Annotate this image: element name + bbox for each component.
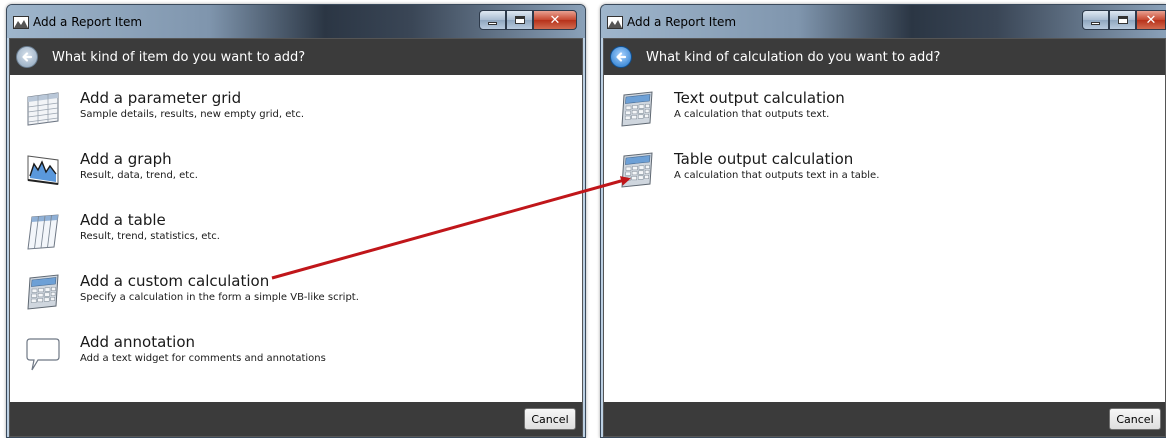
- minimize-button[interactable]: [479, 10, 506, 30]
- item-description: Add a text widget for comments and annot…: [80, 353, 326, 364]
- list-item-annotation[interactable]: Add annotation Add a text widget for com…: [10, 333, 582, 394]
- list-item-text: Add a parameter grid Sample details, res…: [80, 89, 304, 122]
- item-list: Add a parameter grid Sample details, res…: [10, 75, 582, 394]
- back-button[interactable]: [610, 46, 632, 68]
- item-description: A calculation that outputs text.: [674, 109, 830, 120]
- add-report-item-window: Add a Report Item ✕ What kind of calcula…: [600, 4, 1166, 438]
- item-description: Sample details, results, new empty grid,…: [80, 109, 305, 120]
- speech-bubble-icon: [26, 338, 60, 371]
- item-title: Table output calculation: [674, 150, 854, 168]
- list-item-custom-calculation[interactable]: Add a custom calculation Specify a calcu…: [10, 272, 582, 333]
- maximize-button[interactable]: [1109, 10, 1136, 30]
- list-item-text-output-calculation[interactable]: Text output calculation A calculation th…: [604, 89, 1165, 150]
- list-item-graph[interactable]: Add a graph Result, data, trend, etc.: [10, 150, 582, 211]
- title-bar[interactable]: Add a Report Item ✕: [7, 5, 585, 38]
- dialog-content: What kind of calculation do you want to …: [603, 38, 1166, 437]
- back-arrow-icon: [616, 52, 627, 62]
- graph-icon: [27, 155, 59, 185]
- parameter-grid-icon: [27, 92, 59, 126]
- close-button[interactable]: ✕: [533, 10, 577, 30]
- calculator-icon: [27, 274, 59, 310]
- dialog-header: What kind of calculation do you want to …: [604, 39, 1165, 75]
- window-controls: ✕: [479, 10, 577, 30]
- app-icon: [607, 16, 623, 29]
- dialog-footer: Cancel: [604, 402, 1165, 436]
- back-arrow-icon: [22, 52, 33, 62]
- dialog-content: What kind of item do you want to add? Ad…: [9, 38, 583, 437]
- cancel-button[interactable]: Cancel: [524, 408, 576, 430]
- item-description: Result, data, trend, etc.: [80, 170, 198, 181]
- dialog-header: What kind of item do you want to add?: [10, 39, 582, 75]
- dialog-question: What kind of calculation do you want to …: [646, 49, 941, 65]
- window-controls: ✕: [1082, 10, 1166, 30]
- back-button[interactable]: [16, 46, 38, 68]
- list-item-parameter-grid[interactable]: Add a parameter grid Sample details, res…: [10, 89, 582, 150]
- title-bar[interactable]: Add a Report Item ✕: [601, 5, 1166, 38]
- list-item-table[interactable]: Add a table Result, trend, statistics, e…: [10, 211, 582, 272]
- close-icon: ✕: [1145, 12, 1157, 28]
- item-list: Text output calculation A calculation th…: [604, 75, 1165, 211]
- maximize-icon: [1117, 16, 1128, 24]
- dialog-question: What kind of item do you want to add?: [52, 49, 306, 65]
- maximize-icon: [514, 16, 525, 24]
- close-button[interactable]: ✕: [1136, 10, 1166, 30]
- cancel-button[interactable]: Cancel: [1109, 408, 1161, 430]
- list-item-text: Add a custom calculation Specify a calcu…: [80, 272, 359, 305]
- item-description: A calculation that outputs text in a tab…: [674, 170, 880, 181]
- add-report-item-window: Add a Report Item ✕ What kind of item do…: [6, 4, 586, 438]
- list-item-text: Add a graph Result, data, trend, etc.: [80, 150, 198, 183]
- list-item-text: Add a table Result, trend, statistics, e…: [80, 211, 220, 244]
- list-item-text: Add annotation Add a text widget for com…: [80, 333, 326, 366]
- window-title: Add a Report Item: [33, 15, 143, 29]
- list-item-text: Text output calculation A calculation th…: [674, 89, 845, 122]
- item-description: Specify a calculation in the form a simp…: [80, 292, 359, 303]
- item-title: Add a parameter grid: [80, 89, 242, 107]
- list-item-table-output-calculation[interactable]: Table output calculation A calculation t…: [604, 150, 1165, 211]
- maximize-button[interactable]: [506, 10, 533, 30]
- minimize-icon: [1091, 21, 1100, 25]
- list-item-text: Table output calculation A calculation t…: [674, 150, 879, 183]
- item-title: Add a graph: [80, 150, 172, 168]
- app-icon: [13, 16, 29, 29]
- item-title: Text output calculation: [674, 89, 845, 107]
- item-title: Add a custom calculation: [80, 272, 270, 290]
- item-title: Add annotation: [80, 333, 195, 351]
- dialog-footer: Cancel: [10, 402, 582, 436]
- calculator-icon: [621, 91, 653, 127]
- minimize-icon: [488, 21, 497, 25]
- table-icon: [27, 214, 59, 250]
- item-title: Add a table: [80, 211, 166, 229]
- item-description: Result, trend, statistics, etc.: [80, 231, 220, 242]
- close-icon: ✕: [549, 12, 561, 28]
- window-title: Add a Report Item: [627, 15, 737, 29]
- calculator-icon: [621, 152, 653, 188]
- minimize-button[interactable]: [1082, 10, 1109, 30]
